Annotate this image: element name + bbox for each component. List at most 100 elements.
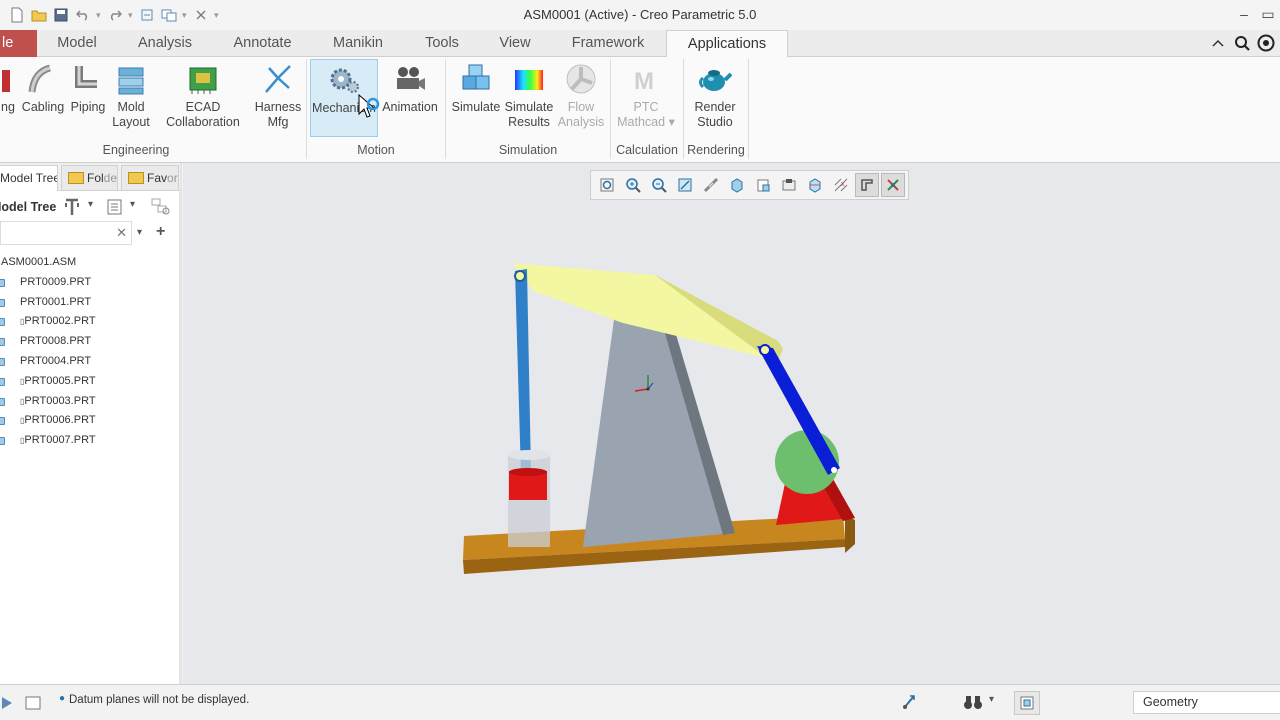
link-top-pin [759,344,771,356]
group-label-calculation: Calculation [616,143,678,157]
part-icon [0,278,5,287]
part-icon [0,357,5,366]
tree-show-dropdown-icon[interactable]: ▾ [130,199,135,210]
tree-item-root[interactable]: ASM0001.ASM [0,253,180,273]
simulate-label: Simulate [451,100,501,114]
model-tree-toolbar: Model Tree ▾ ▾ [0,193,180,221]
mathcad-icon: M [634,68,654,95]
show-navigator-icon[interactable] [0,695,14,714]
gear-icon [330,68,359,93]
part-icon [0,318,5,327]
harness-mfg-button[interactable]: Harness Mfg [254,59,302,130]
ptc-mathcad-button[interactable]: M PTC Mathcad ▾ [614,59,678,130]
minimize-icon[interactable]: – [1232,2,1256,26]
render-studio-button[interactable]: Render Studio [688,59,742,130]
piping-button[interactable]: Piping [68,59,108,115]
tab-folder-label-hidden: ders [103,171,118,185]
tree-item[interactable]: ▯PRT0003.PRT [0,392,180,412]
part-icon [0,298,5,307]
tab-manikin[interactable]: Manikin [314,30,402,57]
graphics-window[interactable]: x [183,163,1280,684]
collapse-ribbon-icon[interactable] [1208,32,1228,54]
tree-search-input[interactable]: ✕ [0,221,132,245]
wiring-button[interactable]: ng [0,59,16,115]
cabling-button-label: Cabling [21,100,65,114]
ecad-collaboration-button[interactable]: ECAD Collaboration [164,59,242,130]
tree-item[interactable]: ▯PRT0002.PRT [0,312,180,332]
tab-model-tree[interactable]: Model Tree [0,165,58,191]
tab-file[interactable]: le [0,30,37,57]
tree-item-label: PRT0009.PRT [20,275,92,288]
tab-framework[interactable]: Framework [552,30,664,57]
tree-settings-icon[interactable] [63,197,81,220]
tab-model[interactable]: Model [37,30,117,57]
mold-layout-icon [118,67,144,95]
tab-annotate[interactable]: Annotate [215,30,310,57]
tree-item-text: PRT0003.PRT [24,394,96,407]
ribbon-tabs: le Model Analysis Annotate Manikin Tools… [0,30,1280,58]
tab-favorites[interactable]: Favorites [121,165,179,191]
tree-item[interactable]: PRT0008.PRT [0,332,180,352]
tree-item-label: ▯PRT0005.PRT [20,372,96,392]
find-binoculars-icon[interactable] [963,693,983,714]
tabs-right-tools [1208,32,1276,54]
help-icon[interactable] [1256,32,1276,54]
clear-search-icon[interactable]: ✕ [116,225,127,241]
tree-filter-icon[interactable] [150,197,172,220]
search-icon[interactable] [1232,32,1252,54]
mold-layout-button[interactable]: Mold Layout [110,59,152,130]
selection-buffer-icon[interactable] [1014,691,1040,715]
tree-item[interactable]: ▯PRT0006.PRT [0,411,180,431]
animation-button[interactable]: Animation [380,59,440,115]
mold-layout-label-2: Layout [112,115,150,129]
flow-analysis-button[interactable]: Flow Analysis [557,59,605,130]
tree-item[interactable]: PRT0009.PRT [0,273,180,293]
add-filter-icon[interactable]: + [156,223,165,241]
search-dropdown-icon[interactable]: ▾ [137,227,142,238]
piping-button-label: Piping [70,100,106,114]
folder-icon [68,172,84,184]
pump-rod [515,269,531,475]
tree-item[interactable]: PRT0001.PRT [0,293,180,313]
tree-item[interactable]: ▯PRT0007.PRT [0,431,180,451]
part-icon [0,437,5,446]
show-browser-icon[interactable] [25,695,41,714]
mathcad-dropdown-icon[interactable]: ▾ [669,115,675,129]
tree-item[interactable]: PRT0004.PRT [0,352,180,372]
group-label-rendering: Rendering [687,143,745,157]
mouse-cursor-icon [358,94,380,118]
tree-item[interactable]: ▯PRT0005.PRT [0,372,180,392]
simulate-icon [462,64,490,90]
teapot-icon [699,70,732,91]
tab-view[interactable]: View [482,30,548,57]
flow-analysis-label-1: Flow [567,100,595,114]
simulate-results-button[interactable]: Simulate Results [503,59,555,130]
maximize-icon[interactable]: ▭ [1256,2,1280,26]
tree-item-label: PRT0004.PRT [20,354,92,367]
smart-selection-icon[interactable] [901,693,917,714]
tree-show-icon[interactable] [106,198,124,219]
render-studio-label-1: Render [694,100,736,114]
tree-item-label: ▯PRT0003.PRT [20,392,96,412]
rod-pin [514,270,526,282]
ribbon: ng Cabling Piping Mold Layout ECAD Colla… [0,57,1280,163]
simulate-results-icon [515,70,543,90]
cabling-button[interactable]: Cabling [20,59,66,115]
tree-item-text: PRT0006.PRT [24,414,96,427]
model-tree: ASM0001.ASM PRT0009.PRT PRT0001.PRT ▯PRT… [0,253,180,451]
flow-analysis-label-2: Analysis [557,115,605,129]
tab-tools[interactable]: Tools [406,30,478,57]
title-bar: ▾ ▾ ▾ ▾ ASM0001 (Active) - Creo Parametr… [0,0,1280,30]
svg-text:M: M [634,68,654,95]
find-dropdown-icon[interactable]: ▾ [989,694,994,705]
tab-folder-browser[interactable]: Folders [61,165,118,191]
selection-filter-select[interactable]: Geometry [1133,691,1280,714]
film-camera-icon [397,67,425,90]
simulate-button[interactable]: Simulate [451,59,501,115]
ptc-mathcad-label-2: Mathcad ▾ [617,115,675,129]
tab-folder-label: Fol [87,171,104,185]
tab-analysis[interactable]: Analysis [120,30,210,57]
message-bullet-icon: ● [59,693,66,704]
tab-applications[interactable]: Applications [666,30,788,58]
tree-settings-dropdown-icon[interactable]: ▾ [88,199,93,210]
